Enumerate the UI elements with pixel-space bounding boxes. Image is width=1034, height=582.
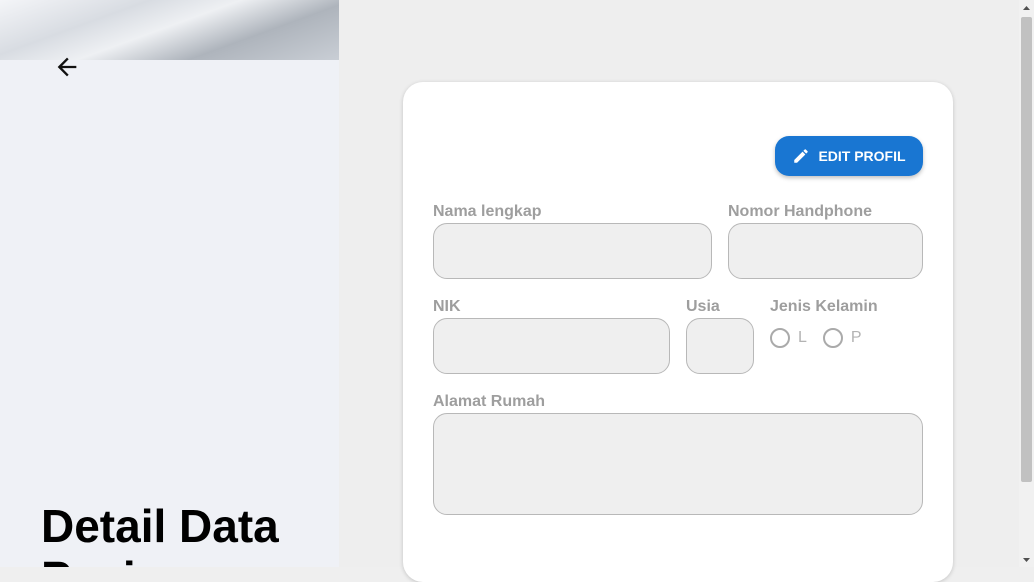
nik-label: NIK bbox=[433, 298, 461, 315]
vertical-scrollbar[interactable] bbox=[1019, 0, 1034, 567]
gender-label: Jenis Kelamin bbox=[770, 298, 878, 315]
page-title: Detail Data Pasien bbox=[41, 500, 279, 567]
gender-option-l-label: L bbox=[798, 329, 807, 346]
scroll-up-button[interactable] bbox=[1019, 0, 1034, 15]
phone-input[interactable] bbox=[728, 223, 923, 279]
caret-up-icon bbox=[1023, 5, 1030, 10]
radio-circle-p[interactable] bbox=[822, 328, 843, 348]
alamat-textarea[interactable] bbox=[433, 413, 923, 515]
nik-input[interactable] bbox=[433, 318, 670, 374]
pencil-icon bbox=[794, 149, 809, 163]
gender-option-l[interactable]: L bbox=[770, 328, 807, 348]
arrow-left-icon bbox=[57, 57, 77, 77]
radio-circle-l[interactable] bbox=[770, 328, 790, 348]
profile-card: EDIT PROFIL Nama lengkap Nomor Handphone… bbox=[403, 82, 953, 582]
gender-option-p[interactable]: P bbox=[822, 328, 862, 348]
usia-label: Usia bbox=[686, 298, 720, 315]
nama-input[interactable] bbox=[433, 223, 712, 279]
edit-profile-label: EDIT PROFIL bbox=[818, 148, 906, 164]
caret-down-icon bbox=[1023, 557, 1030, 562]
left-panel: Detail Data Pasien bbox=[0, 0, 339, 567]
edit-profile-button[interactable]: EDIT PROFIL bbox=[775, 136, 923, 176]
scroll-down-button[interactable] bbox=[1019, 552, 1034, 567]
scroll-thumb[interactable] bbox=[1021, 17, 1032, 482]
nama-label: Nama lengkap bbox=[433, 203, 542, 220]
alamat-label: Alamat Rumah bbox=[433, 393, 546, 410]
usia-input[interactable] bbox=[686, 318, 754, 374]
back-button[interactable] bbox=[50, 50, 84, 84]
gender-option-p-label: P bbox=[850, 329, 862, 346]
gender-radio-group: L P bbox=[770, 328, 862, 348]
phone-label: Nomor Handphone bbox=[728, 203, 872, 220]
